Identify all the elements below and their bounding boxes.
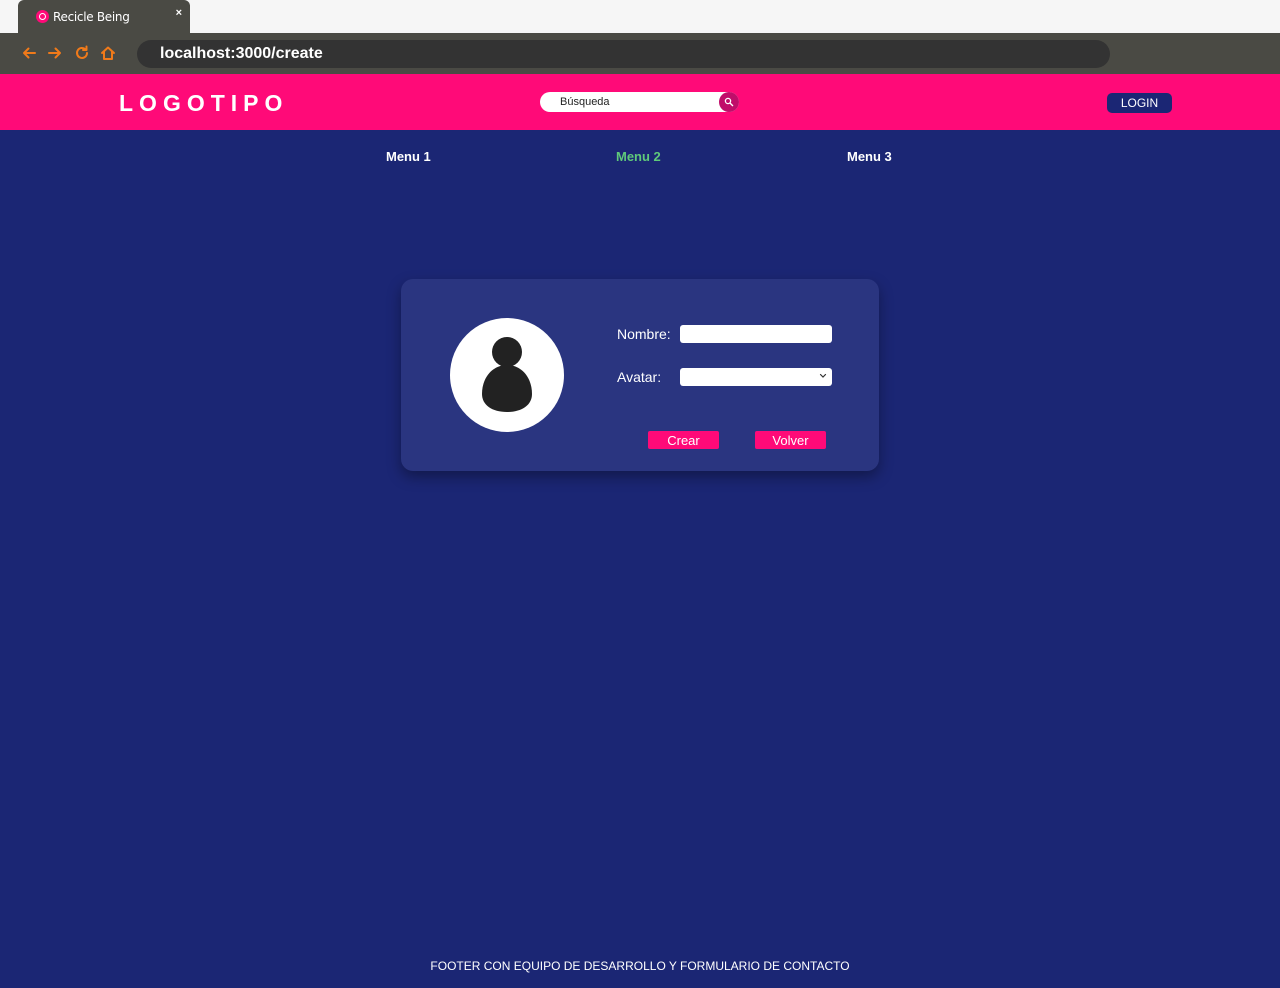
browser-toolbar: localhost:3000/create bbox=[0, 33, 1280, 74]
chevron-down-icon bbox=[819, 373, 827, 378]
menu-item-1[interactable]: Menu 1 bbox=[386, 149, 431, 164]
search-icon[interactable] bbox=[719, 92, 739, 112]
back-button[interactable]: Volver bbox=[755, 431, 826, 449]
favicon-icon bbox=[36, 10, 49, 23]
menu-item-3[interactable]: Menu 3 bbox=[847, 149, 892, 164]
app-header: LOGOTIPO LOGIN bbox=[0, 74, 1280, 130]
footer: FOOTER CON EQUIPO DE DESARROLLO Y FORMUL… bbox=[430, 959, 850, 973]
address-bar[interactable]: localhost:3000/create bbox=[137, 40, 1110, 68]
search-input[interactable] bbox=[560, 92, 720, 112]
back-arrow-icon[interactable] bbox=[20, 44, 38, 62]
search-box bbox=[540, 92, 739, 112]
reload-icon[interactable] bbox=[73, 44, 91, 62]
avatar-select[interactable] bbox=[680, 368, 832, 386]
tab-title: Recicle Being bbox=[53, 9, 130, 24]
name-label: Nombre: bbox=[617, 326, 671, 342]
browser-tabstrip: Recicle Being × bbox=[0, 0, 1280, 33]
avatar bbox=[450, 318, 564, 432]
name-field[interactable] bbox=[680, 325, 832, 343]
user-silhouette-icon bbox=[482, 337, 532, 412]
forward-arrow-icon[interactable] bbox=[46, 44, 64, 62]
logo[interactable]: LOGOTIPO bbox=[119, 90, 288, 117]
login-button[interactable]: LOGIN bbox=[1107, 93, 1172, 113]
tab-close-icon[interactable]: × bbox=[176, 7, 182, 19]
avatar-label: Avatar: bbox=[617, 369, 662, 385]
create-button[interactable]: Crear bbox=[648, 431, 719, 449]
browser-tab[interactable]: Recicle Being × bbox=[18, 0, 190, 33]
url-text: localhost:3000/create bbox=[160, 45, 323, 62]
create-user-card: Nombre: Avatar: Crear Volver bbox=[401, 279, 879, 471]
menu-item-2[interactable]: Menu 2 bbox=[616, 149, 661, 164]
home-icon[interactable] bbox=[99, 44, 117, 62]
